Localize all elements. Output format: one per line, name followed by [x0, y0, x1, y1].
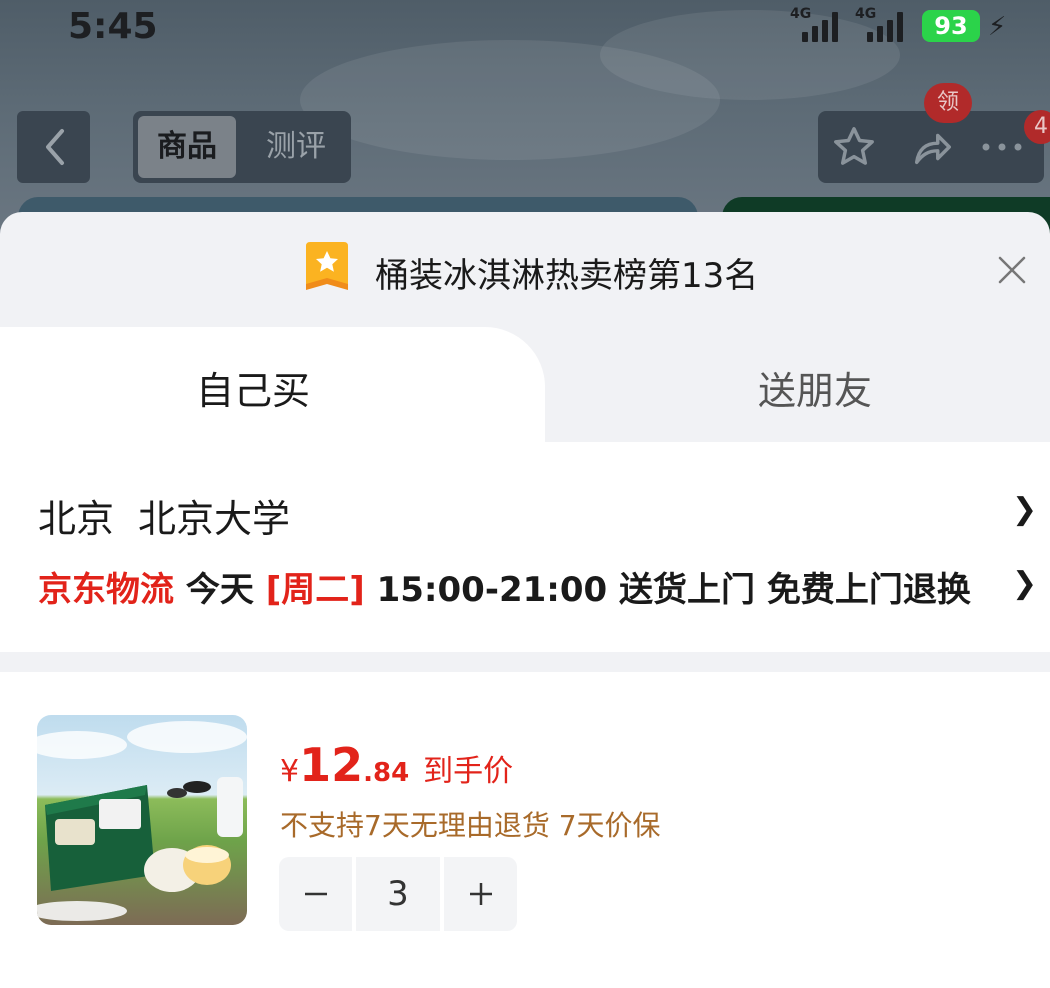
purchase-sheet: 桶装冰淇淋热卖榜第13名 自己买 送朋友 北京 北京大学 ❯ 京东物流 今天 [周… — [0, 212, 1050, 988]
signal-2-icon: 4G — [855, 6, 911, 42]
charging-icon: ⚡ — [988, 12, 1007, 42]
chevron-right-icon[interactable]: ❯ — [1012, 566, 1037, 601]
price-integer: 12 — [299, 738, 364, 792]
price-decimal: .84 — [363, 758, 410, 788]
product-image[interactable] — [37, 715, 247, 925]
favorite-button[interactable] — [828, 121, 880, 173]
tab-product[interactable]: 商品 — [138, 116, 236, 178]
address-delivery-section: 北京 北京大学 ❯ 京东物流 今天 [周二] 15:00-21:00 送货上门 免… — [0, 442, 1050, 652]
delivery-info[interactable]: 京东物流 今天 [周二] 15:00-21:00 送货上门 免费上门退换 — [38, 562, 971, 611]
back-button[interactable] — [17, 111, 90, 183]
delivery-day: 今天 — [185, 570, 254, 610]
star-icon — [834, 127, 874, 165]
tab-review[interactable]: 测评 — [247, 116, 345, 178]
minus-icon — [304, 892, 327, 896]
rank-banner[interactable]: 桶装冰淇淋热卖榜第13名 — [0, 212, 1050, 327]
message-count-badge: 4 — [1024, 110, 1050, 144]
product-photo — [37, 721, 247, 921]
plus-icon — [469, 883, 492, 905]
price-tag: 到手价 — [423, 754, 514, 789]
more-icon — [982, 143, 1022, 151]
share-icon — [914, 133, 951, 165]
coupon-badge[interactable]: 领 — [924, 83, 972, 123]
delivery-weekday: [周二] — [265, 570, 365, 610]
price-display: ¥12.84 到手价 — [280, 738, 513, 792]
rank-text: 桶装冰淇淋热卖榜第13名 — [375, 256, 759, 296]
action-toolbar — [818, 111, 1044, 183]
chevron-right-icon[interactable]: ❯ — [1012, 492, 1037, 527]
tab-gift-friend[interactable]: 送朋友 — [758, 360, 872, 415]
delivery-time: 15:00-21:00 — [376, 570, 608, 610]
address-place: 北京大学 — [138, 497, 291, 541]
product-tab-switch: 商品 测评 — [133, 111, 351, 183]
more-button[interactable] — [976, 121, 1028, 173]
back-icon — [45, 129, 64, 165]
carrier-name: 京东物流 — [38, 570, 174, 610]
rank-badge-icon — [306, 242, 348, 290]
address-selector[interactable]: 北京 北京大学 — [38, 488, 290, 543]
quantity-value[interactable]: 3 — [356, 857, 440, 931]
product-section: ¥12.84 到手价 不支持7天无理由退货 7天价保 3 — [0, 672, 1050, 988]
price-currency: ¥ — [280, 754, 300, 789]
address-city: 北京 — [38, 497, 115, 541]
return-policy: 不支持7天无理由退货 7天价保 — [280, 809, 661, 842]
signal-1-icon: 4G — [790, 6, 846, 42]
status-time: 5:45 — [68, 6, 158, 47]
quantity-stepper: 3 — [279, 857, 517, 931]
increase-button[interactable] — [444, 857, 517, 931]
share-button[interactable] — [906, 121, 958, 173]
close-icon[interactable] — [994, 252, 1030, 288]
tab-self-buy-label: 自己买 — [196, 369, 311, 413]
delivery-service: 送货上门 免费上门退换 — [619, 570, 971, 610]
battery-indicator: 93 — [922, 10, 980, 42]
decrease-button[interactable] — [279, 857, 352, 931]
